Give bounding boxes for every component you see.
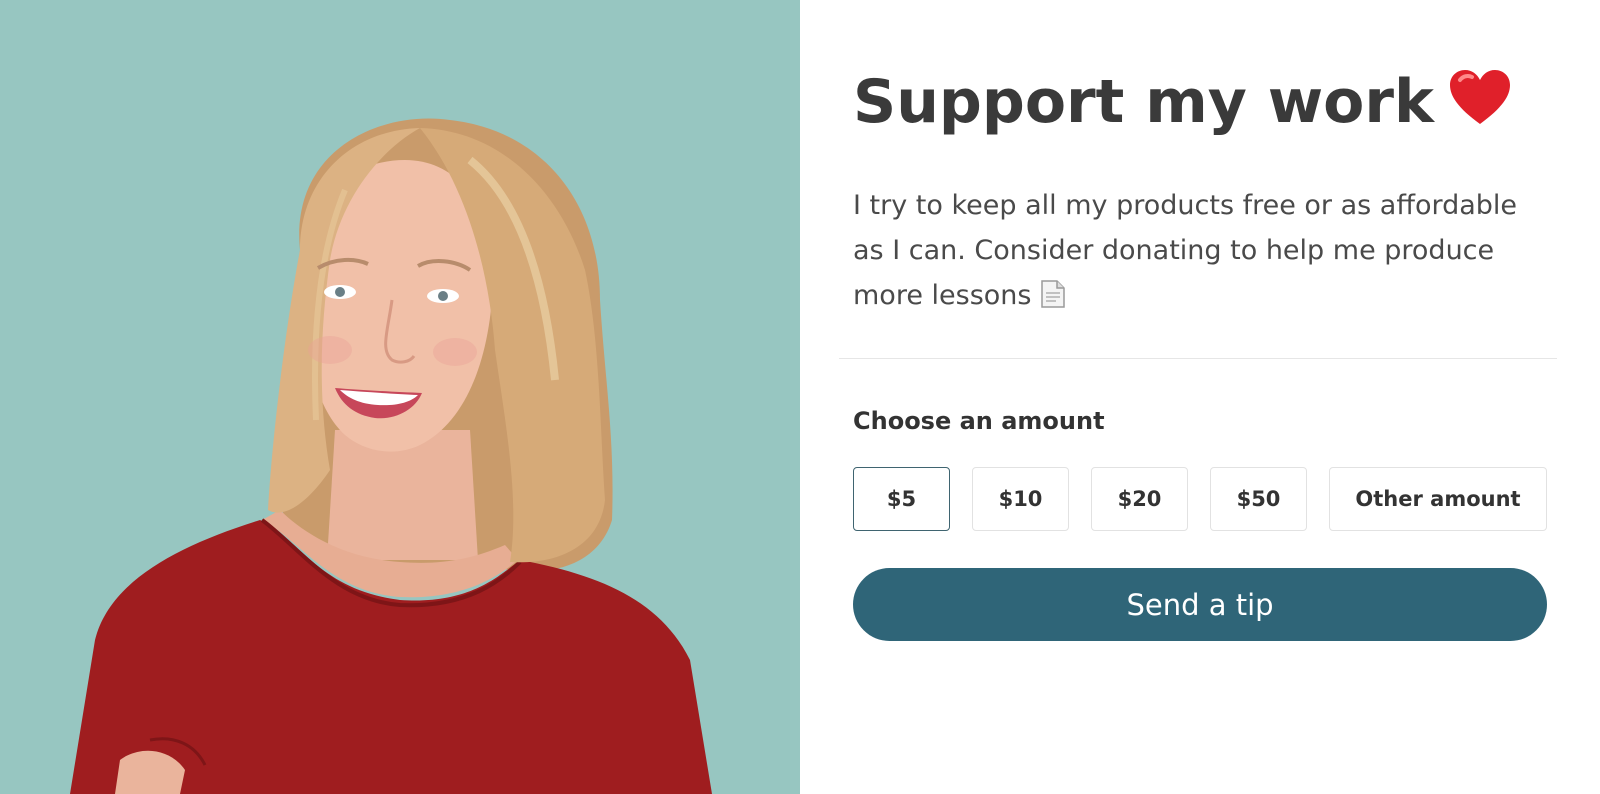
description: I try to keep all my products free or as… [853,183,1543,318]
amount-option-20[interactable]: $20 [1091,467,1188,531]
page-title-text: Support my work [853,67,1434,137]
amount-option-other[interactable]: Other amount [1329,467,1547,531]
amount-option-5[interactable]: $5 [853,467,950,531]
heart-icon [1449,70,1510,124]
description-text: I try to keep all my products free or as… [853,190,1518,311]
document-icon [1041,280,1066,308]
portrait-illustration [0,0,800,794]
page-title: Support my work [853,62,1512,142]
send-tip-button[interactable]: Send a tip [853,568,1547,641]
amount-option-10[interactable]: $10 [972,467,1069,531]
amount-options: $5 $10 $20 $50 Other amount [853,467,1549,533]
amount-label: Choose an amount [853,407,1105,435]
support-panel: Support my work I try to keep all my pro… [839,0,1557,794]
support-page: Support my work I try to keep all my pro… [0,0,1600,794]
profile-photo [0,0,800,794]
section-divider [839,358,1557,359]
amount-option-50[interactable]: $50 [1210,467,1307,531]
